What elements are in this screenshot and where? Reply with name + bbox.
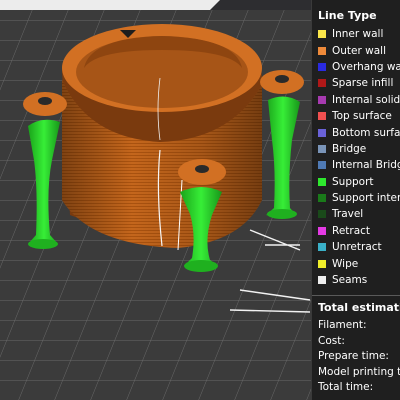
- color-swatch: [318, 79, 326, 88]
- legend-item[interactable]: Retract: [312, 223, 400, 239]
- estimation-item: Cost:: [318, 334, 345, 347]
- legend-item[interactable]: Wipe: [312, 255, 400, 271]
- legend-item-label: Overhang wall: [332, 60, 400, 73]
- legend-item[interactable]: Unretract: [312, 239, 400, 255]
- color-swatch: [318, 259, 326, 268]
- color-swatch: [318, 128, 326, 137]
- color-swatch: [318, 62, 326, 71]
- legend-panel: Line Type Inner wall Outer wall Overhang w…: [311, 0, 400, 400]
- estimation-item: Prepare time:: [318, 350, 389, 363]
- legend-item-label: Outer wall: [332, 44, 387, 57]
- legend-title[interactable]: Line Type: [312, 0, 400, 26]
- legend-item-label: Wipe: [332, 257, 359, 270]
- legend-item-label: Seams: [332, 274, 368, 287]
- color-swatch: [318, 144, 326, 153]
- legend-item-label: Sparse infill: [332, 77, 394, 90]
- legend-item-label: Unretract: [332, 241, 382, 254]
- estimation-item: Total time:: [318, 381, 374, 394]
- color-swatch: [318, 46, 326, 55]
- legend-divider: [312, 295, 400, 297]
- color-swatch: [318, 243, 326, 252]
- legend-item-label: Bottom surface: [332, 126, 400, 139]
- estimation-title[interactable]: Total estimation: [312, 301, 400, 318]
- legend-item-label: Internal Bridge: [332, 159, 400, 172]
- legend-item-label: Support: [332, 175, 374, 188]
- estimation-item: Filament:: [318, 319, 367, 332]
- legend-item-label: Travel: [332, 208, 364, 221]
- color-swatch: [318, 161, 326, 170]
- legend-item-label: Support interface: [332, 192, 400, 205]
- legend-item[interactable]: Bridge: [312, 141, 400, 157]
- legend-item[interactable]: Seams: [312, 272, 400, 288]
- legend-item[interactable]: Inner wall: [312, 26, 400, 42]
- color-swatch: [318, 112, 326, 121]
- legend-item-label: Bridge: [332, 142, 367, 155]
- legend-item[interactable]: Internal solid infill: [312, 92, 400, 108]
- legend-item[interactable]: Internal Bridge: [312, 157, 400, 173]
- legend-item[interactable]: Support: [312, 174, 400, 190]
- estimation-item: Model printing time:: [318, 365, 400, 378]
- legend-item[interactable]: Overhang wall: [312, 59, 400, 75]
- legend-item[interactable]: Bottom surface: [312, 124, 400, 140]
- color-swatch: [318, 210, 326, 219]
- legend-item[interactable]: Support interface: [312, 190, 400, 206]
- legend-item-label: Inner wall: [332, 28, 384, 41]
- legend-item-label: Retract: [332, 224, 371, 237]
- color-swatch: [318, 30, 326, 39]
- color-swatch: [318, 194, 326, 203]
- line-type-list: Inner wall Outer wall Overhang wall Sparse …: [312, 26, 400, 288]
- color-swatch: [318, 177, 326, 186]
- legend-item-label: Top surface: [332, 110, 392, 123]
- color-swatch: [318, 95, 326, 104]
- legend-item-label: Internal solid infill: [332, 93, 400, 106]
- color-swatch: [318, 276, 326, 285]
- legend-item[interactable]: Top surface: [312, 108, 400, 124]
- legend-item[interactable]: Outer wall: [312, 42, 400, 58]
- legend-item[interactable]: Sparse infill: [312, 75, 400, 91]
- estimation-list: Filament: Cost: Prepare time: Model printin…: [312, 318, 400, 396]
- legend-item[interactable]: Travel: [312, 206, 400, 222]
- color-swatch: [318, 226, 326, 235]
